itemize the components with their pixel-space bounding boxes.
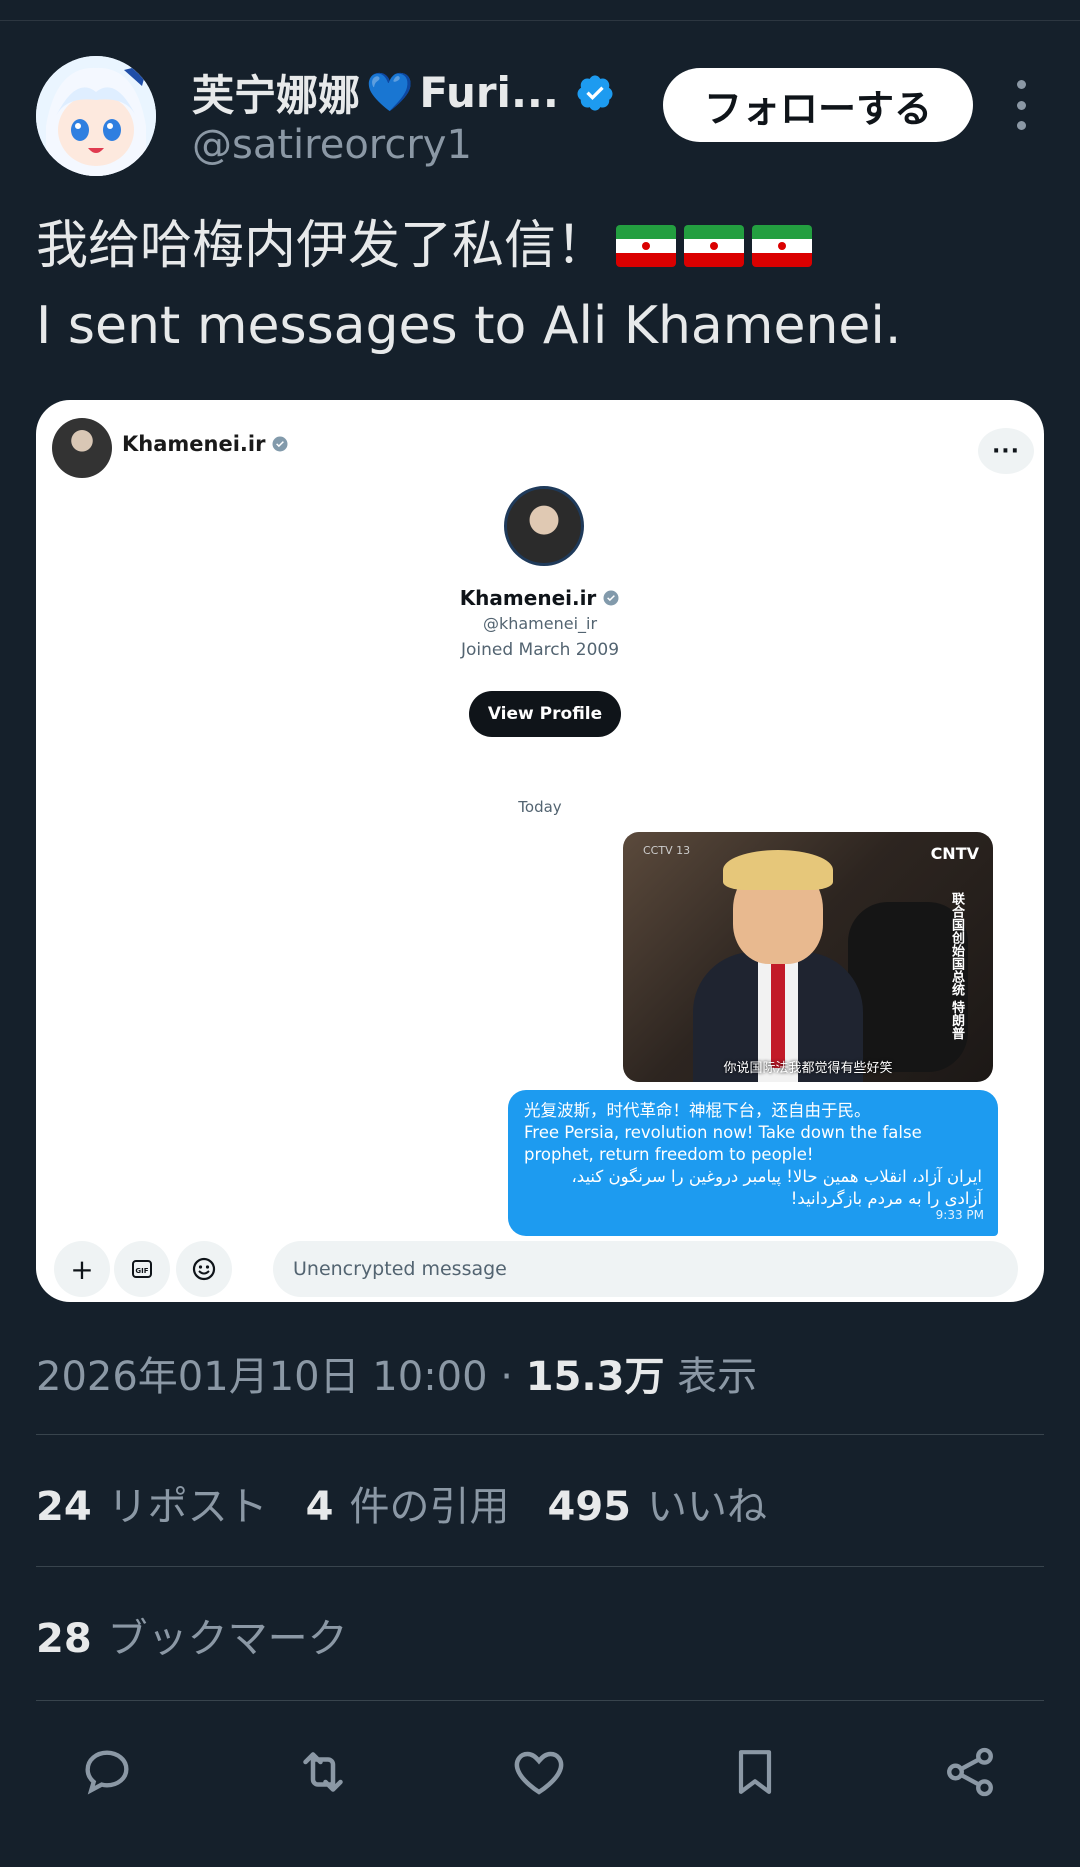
channel-label: CCTV 13 [643,844,691,857]
display-name-text: 芙宁娜娜 [192,71,361,120]
dm-joined-date: Joined March 2009 [460,640,620,660]
bookmarks-label: ブックマーク [107,1616,348,1662]
author-display-name[interactable]: 芙宁娜娜 💙 Furi... [192,62,615,123]
divider [36,1700,1044,1701]
tie-shape [771,958,785,1068]
emoji-icon [176,1241,232,1297]
views-count: 15.3万 [525,1354,665,1400]
message-zh: 光复波斯，时代革命！神棍下台，还自由于民。 [524,1101,871,1120]
message-en: Free Persia, revolution now! Take down t… [524,1123,922,1164]
likes-label: いいね [647,1484,768,1530]
message-time: 9:33 PM [935,1208,984,1222]
dm-composer: + GIF [36,1236,1044,1302]
quotes-stat[interactable]: 4 件の引用 [306,1474,510,1532]
svg-text:GIF: GIF [135,1267,148,1275]
retweet-icon[interactable] [293,1742,353,1802]
share-icon[interactable] [940,1742,1000,1802]
divider [36,1566,1044,1567]
iran-flag-icon [684,225,745,267]
heart-emoji-icon: 💙 [366,70,414,114]
reposts-label: リポスト [107,1484,268,1530]
reply-icon[interactable] [77,1742,137,1802]
video-subtitle: 你说国际法我都觉得有些好笑 [723,1061,893,1076]
dm-message-bubble: 光复波斯，时代革命！神棍下台，还自由于民。 Free Persia, revol… [508,1090,998,1236]
dm-profile-name-text: Khamenei.ir [459,586,597,610]
author-avatar[interactable] [36,56,156,176]
tweet-line-2: I sent messages to Ali Khamenei. [36,296,902,356]
bookmarks-count: 28 [36,1616,92,1662]
author-handle[interactable]: @satireorcry1 [192,122,472,168]
verified-icon [272,436,288,452]
tweet-stats: 24 リポスト 4 件の引用 495 いいね [36,1474,767,1532]
meta-separator: · [487,1354,526,1400]
tweet-meta: 2026年01月10日 10:00 · 15.3万 表示 [36,1344,757,1402]
views-label: 表示 [677,1354,758,1400]
tweet-timestamp[interactable]: 2026年01月10日 10:00 [36,1354,488,1400]
message-fa-2: آزادی را به مردم بازگردانید! [790,1189,982,1208]
divider [36,1434,1044,1435]
message-input [273,1241,1018,1297]
plus-icon: + [54,1241,110,1297]
quotes-count: 4 [305,1484,334,1530]
follow-button[interactable]: フォローする [663,68,973,142]
dm-profile-name: Khamenei.ir [36,586,1044,610]
action-bar [0,1742,1080,1802]
verified-icon [577,75,613,110]
message-fa-1: ایران آزاد، انقلاب همین حالا! پیامبر درو… [571,1167,982,1186]
quotes-label: 件の引用 [349,1484,510,1530]
bookmark-icon[interactable] [725,1742,785,1802]
dm-date-divider: Today [518,798,562,816]
tweet-line-1: 我给哈梅内伊发了私信！ [36,206,901,286]
gif-icon: GIF [114,1241,170,1297]
verified-icon [603,590,619,606]
bookmarks-stat: 28 ブックマーク [36,1606,348,1664]
dm-avatar-large [504,486,584,566]
reposts-count: 24 [36,1484,92,1530]
tweet-line-1-text: 我给哈梅内伊发了私信！ [36,216,609,276]
attached-image[interactable]: Khamenei.ir ··· Khamenei.ir @khamenei_ir… [36,400,1044,1302]
dm-image-message: CCTV 13 CNTV 联合国创始国总统 特朗普 你说国际法我都觉得有些好笑 [623,832,993,1082]
dm-profile-handle: @khamenei_ir [482,614,598,633]
reposts-stat[interactable]: 24 リポスト [36,1474,268,1532]
more-icon[interactable] [1006,80,1036,130]
tweet-text: 我给哈梅内伊发了私信！ I sent messages to Ali Khame… [36,206,901,366]
hair-shape [723,850,833,890]
likes-count: 495 [547,1484,632,1530]
dm-header-name-text: Khamenei.ir [122,432,266,456]
top-divider [0,20,1080,21]
iran-flag-icon [752,225,813,267]
dm-header-name: Khamenei.ir [122,432,289,456]
dm-more-icon: ··· [978,428,1034,474]
cntv-logo: CNTV [930,844,979,863]
iran-flag-icon [616,225,677,267]
likes-stat[interactable]: 495 いいね [548,1474,768,1532]
dm-avatar-small [52,418,112,478]
vertical-caption: 联合国创始国总统 特朗普 [949,892,964,1040]
like-icon[interactable] [509,1742,569,1802]
view-profile-button: View Profile [469,691,621,737]
display-name-suffix: Furi... [419,68,559,117]
